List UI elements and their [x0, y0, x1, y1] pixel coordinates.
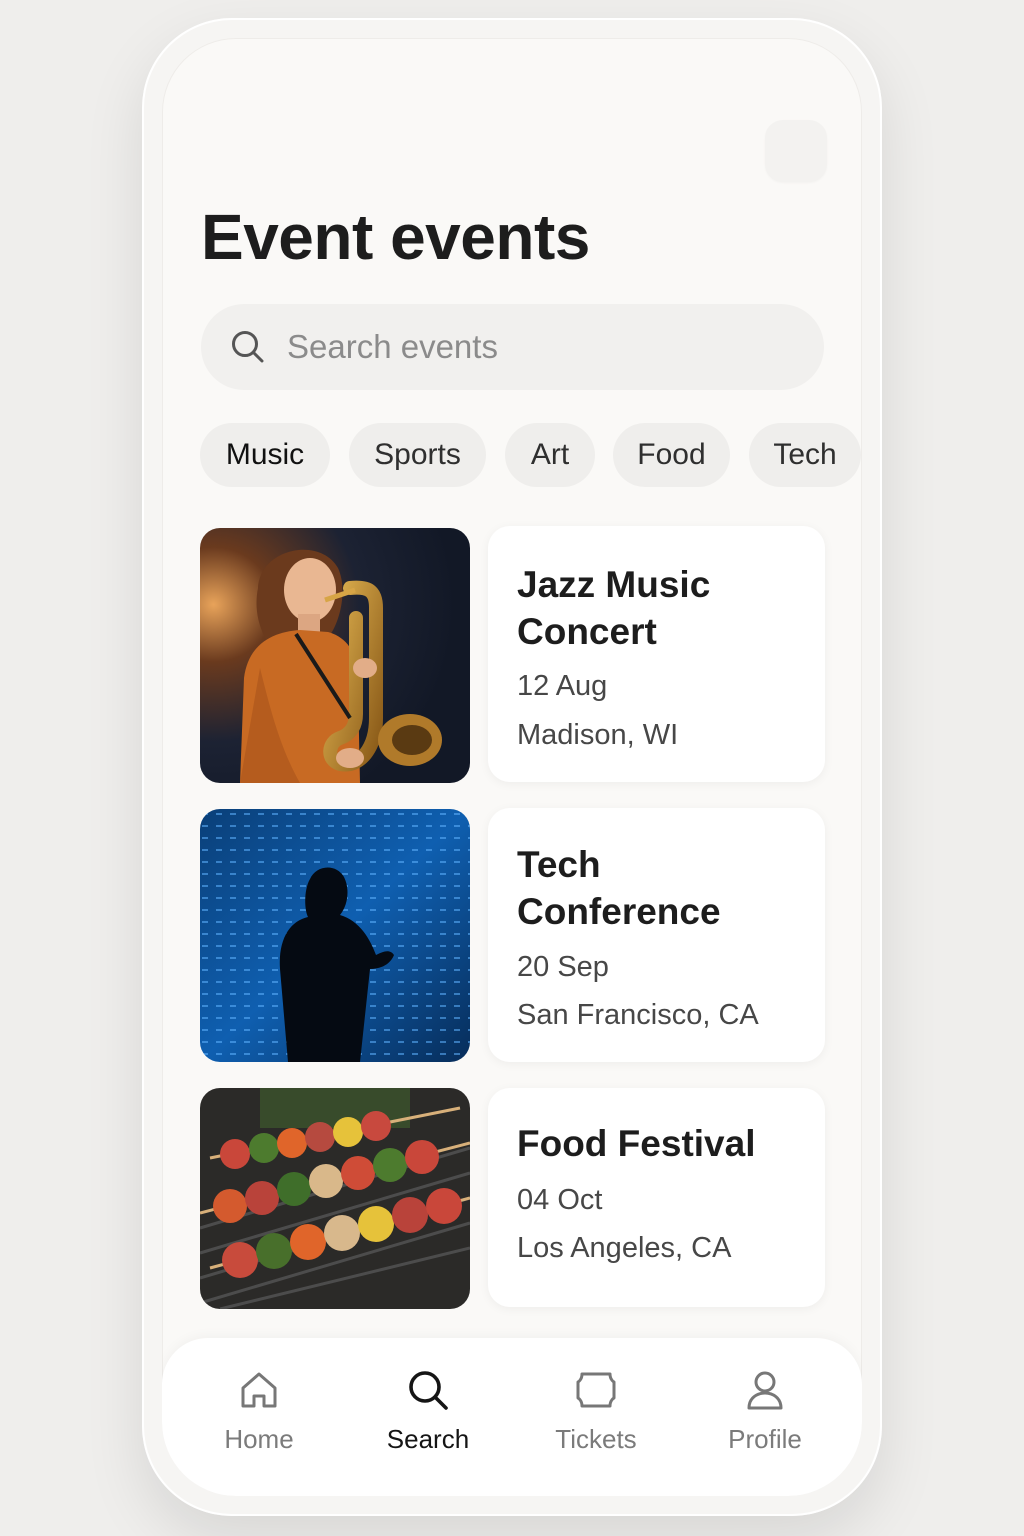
phone-frame: Event events Music Sports Art Food Tech [142, 18, 882, 1516]
event-image-tech[interactable] [200, 809, 470, 1062]
event-title-line: Jazz Music [517, 564, 711, 605]
event-card-food[interactable]: Food Festival 04 Oct Los Angeles, CA [488, 1088, 825, 1307]
category-chip-food[interactable]: Food [613, 423, 730, 487]
event-card-jazz[interactable]: Jazz Music Concert 12 Aug Madison, WI [488, 526, 825, 782]
chip-label: Food [637, 438, 706, 471]
profile-icon [747, 1371, 783, 1410]
app-screen: Event events Music Sports Art Food Tech [162, 38, 862, 1496]
search-icon [232, 331, 264, 363]
nav-label: Profile [728, 1424, 802, 1454]
event-title: Jazz Music Concert [517, 561, 710, 655]
event-title-line: Concert [517, 611, 657, 652]
chip-label: Music [225, 438, 305, 471]
event-location: Madison, WI [517, 719, 679, 751]
nav-label: Search [386, 1424, 470, 1454]
search-icon [409, 1371, 448, 1410]
search-bar[interactable] [201, 304, 824, 390]
category-chip-tech[interactable]: Tech [749, 423, 861, 487]
bottom-nav: Home Search Tickets Profile [162, 1338, 862, 1496]
page-title: Event events [201, 201, 590, 273]
nav-label: Tickets [555, 1424, 637, 1454]
saxophone-player-image [200, 528, 470, 783]
event-location: Los Angeles, CA [517, 1232, 732, 1264]
nav-tickets[interactable]: Tickets [521, 1368, 671, 1468]
kebab-skewers-image [200, 1088, 470, 1309]
chip-label: Sports [374, 438, 461, 471]
event-title: Tech Conference [517, 841, 721, 935]
event-title-line: Food Festival [517, 1123, 756, 1164]
event-card-tech[interactable]: Tech Conference 20 Sep San Francisco, CA [488, 808, 825, 1062]
event-title-line: Conference [517, 891, 721, 932]
chip-label: Tech [773, 438, 837, 471]
category-chip-sports[interactable]: Sports [349, 423, 486, 487]
home-icon [241, 1372, 277, 1408]
event-location: San Francisco, CA [517, 999, 759, 1031]
event-date: 20 Sep [517, 951, 609, 983]
event-date: 04 Oct [517, 1184, 603, 1216]
category-chip-art[interactable]: Art [505, 423, 595, 487]
event-date: 12 Aug [517, 670, 608, 702]
event-image-jazz[interactable] [200, 528, 470, 783]
nav-profile[interactable]: Profile [690, 1368, 840, 1468]
nav-home[interactable]: Home [184, 1368, 334, 1468]
speaker-silhouette-image [200, 809, 470, 1062]
event-title-line: Tech [517, 844, 601, 885]
nav-search[interactable]: Search [353, 1368, 503, 1468]
nav-label: Home [224, 1424, 294, 1454]
event-image-food[interactable] [200, 1088, 470, 1309]
ticket-icon [576, 1372, 616, 1408]
chip-label: Art [530, 438, 570, 471]
category-chip-music[interactable]: Music [200, 423, 330, 487]
search-input[interactable] [287, 324, 787, 370]
event-title: Food Festival [517, 1120, 755, 1167]
top-corner-button[interactable] [765, 120, 827, 182]
